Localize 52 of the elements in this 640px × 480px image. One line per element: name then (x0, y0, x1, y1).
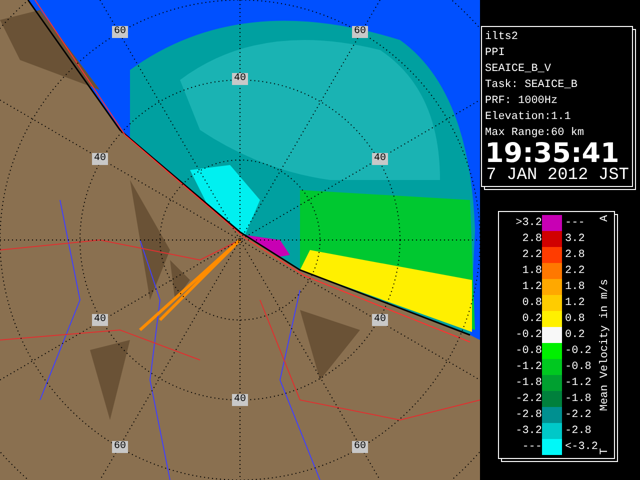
legend-value: 0.2 (564, 328, 586, 342)
legend-value: 2.8 (564, 248, 586, 262)
time-text: 19:35:41 (485, 141, 620, 167)
legend-value: -1.2 (514, 360, 542, 374)
legend-value: >3.2 (514, 216, 542, 230)
legend-value: -2.2 (514, 392, 542, 406)
legend-value: <-3.2 (564, 440, 598, 454)
legend-value: --- (564, 216, 586, 230)
legend-value: -1.8 (564, 392, 592, 406)
legend-value: -0.8 (564, 360, 592, 374)
legend-value: 1.2 (521, 280, 542, 294)
range-label: 60 (352, 441, 368, 453)
range-label: 40 (372, 153, 388, 165)
legend-value: 2.8 (521, 232, 542, 246)
legend-value: 0.8 (521, 296, 542, 310)
legend-value: -1.8 (514, 376, 542, 390)
legend-value: 1.2 (564, 296, 586, 310)
legend-value: 3.2 (564, 232, 586, 246)
range-label: 40 (232, 394, 248, 406)
legend-value: -0.8 (514, 344, 542, 358)
info-line: Elevation:1.1 (485, 110, 572, 125)
range-label: 40 (372, 314, 388, 326)
legend-title: Mean Velocity in m/s (599, 278, 611, 412)
info-line: Max Range:60 km (485, 126, 586, 141)
legend-value: 0.2 (521, 312, 542, 326)
info-line: PPI (485, 46, 506, 61)
range-label: 40 (92, 153, 108, 165)
legend-mark: T (599, 448, 611, 455)
info-line: SEAICE_B_V (485, 62, 552, 77)
info-line: ilts2 (485, 30, 520, 45)
legend-value: --- (521, 440, 542, 454)
info-line: Task: SEAICE_B (485, 78, 578, 93)
range-label: 40 (92, 314, 108, 326)
legend-value: -2.2 (564, 408, 592, 422)
range-label: 60 (112, 26, 128, 38)
range-label: 60 (352, 26, 368, 38)
legend-value: 0.8 (564, 312, 586, 326)
legend-mark: A (599, 215, 611, 222)
legend-value: 2.2 (564, 264, 586, 278)
legend-value: -0.2 (564, 344, 592, 358)
legend-value: -1.2 (564, 376, 592, 390)
range-label: 60 (112, 441, 128, 453)
legend-value: 1.8 (564, 280, 586, 294)
legend-value: -0.2 (514, 328, 542, 342)
range-label: 40 (232, 73, 248, 85)
legend-value: -3.2 (514, 424, 542, 438)
date-text: 7 JAN 2012 JST (486, 167, 629, 185)
legend-value: -2.8 (514, 408, 542, 422)
legend-value: 1.8 (521, 264, 542, 278)
legend-value: -2.8 (564, 424, 592, 438)
legend-value: 2.2 (521, 248, 542, 262)
info-line: PRF: 1000Hz (485, 94, 559, 109)
